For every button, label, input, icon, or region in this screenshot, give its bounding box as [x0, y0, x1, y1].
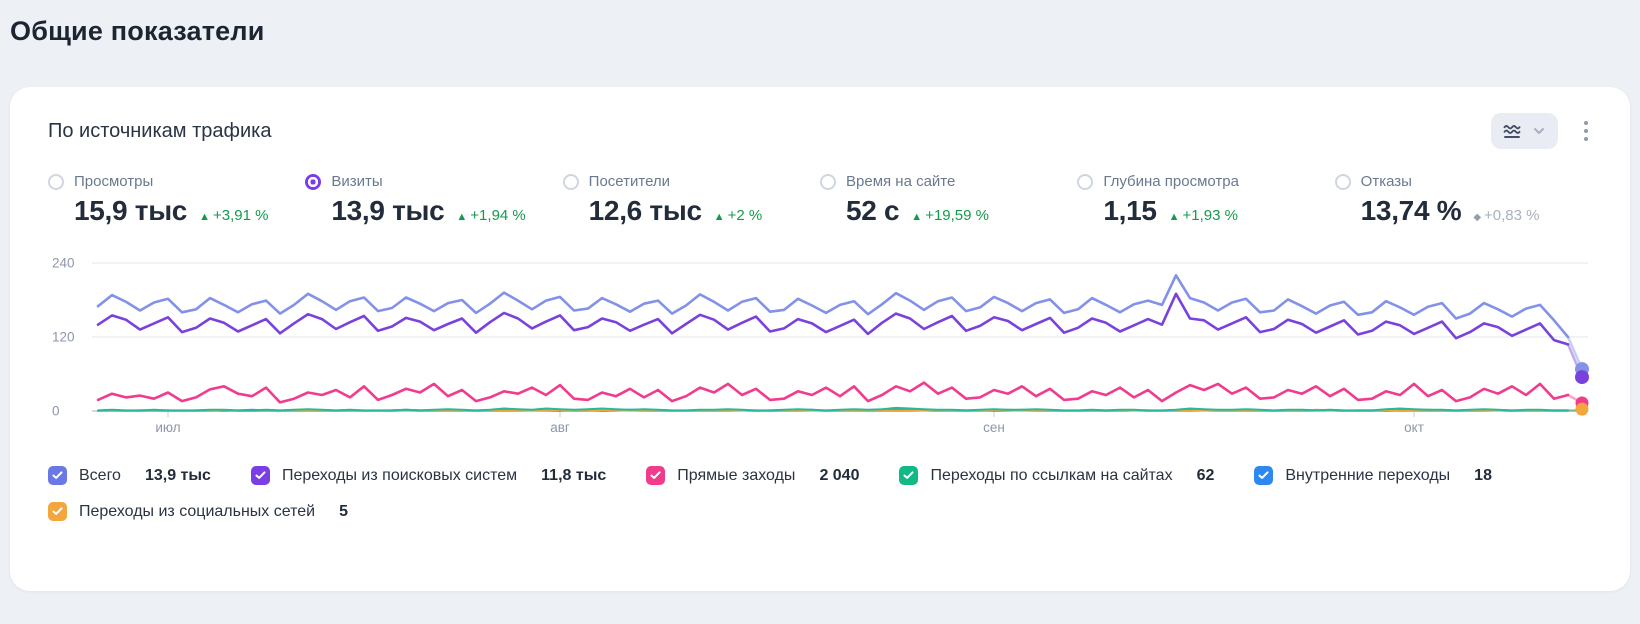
legend-value: 18 — [1474, 466, 1492, 484]
legend-label: Переходы из социальных сетей — [79, 502, 316, 520]
metric-label[interactable]: Время на сайте — [846, 173, 955, 190]
metric-value: 12,6 тыс — [588, 195, 702, 226]
x-axis-month-label: сен — [983, 420, 1005, 435]
checkbox-checked-icon[interactable] — [48, 502, 67, 521]
metric-label[interactable]: Отказы — [1361, 173, 1412, 190]
x-axis-month-label: июл — [155, 420, 180, 435]
metric-value: 15,9 тыс — [74, 195, 188, 226]
metric-2: Визиты 13,9 тыс ▲ +1,94 % — [305, 173, 562, 227]
checkbox-checked-icon[interactable] — [1254, 466, 1274, 485]
checkbox-checked-icon[interactable] — [899, 466, 919, 485]
metric-value: 1,15 — [1103, 195, 1157, 226]
metric-label[interactable]: Глубина просмотра — [1103, 173, 1239, 190]
delta-up-badge: ▲ +19,59 % — [911, 207, 989, 224]
triangle-up-icon: ▲ — [911, 211, 923, 223]
diamond-icon: ◆ — [1473, 212, 1482, 223]
delta-up-badge: ▲ +1,94 % — [456, 207, 526, 224]
legend-item-internal[interactable]: Внутренние переходы 18 — [1254, 466, 1492, 485]
radio-icon[interactable] — [820, 173, 836, 190]
legend-value: 2 040 — [819, 466, 860, 484]
legend-item-search[interactable]: Переходы из поисковых систем 11,8 тыс — [250, 466, 607, 485]
delta-up-badge: ▲ +2 % — [713, 207, 763, 224]
radio-icon[interactable] — [48, 173, 64, 190]
x-axis-month-label: окт — [1404, 420, 1424, 435]
legend-label: Переходы по ссылкам на сайтах — [930, 466, 1173, 484]
metrics-row: Просмотры 15,9 тыс ▲ +3,91 % Визиты 13,9 тыс ▲… — [48, 173, 1592, 227]
legend-value: 5 — [339, 502, 348, 520]
kebab-menu-button[interactable] — [1580, 115, 1592, 147]
legend-item-social[interactable]: Переходы из социальных сетей 5 — [48, 502, 348, 521]
kebab-menu-icon — [1584, 121, 1588, 125]
y-axis-tick-label: 240 — [52, 256, 75, 271]
legend-value: 62 — [1196, 466, 1215, 484]
legend-item-direct[interactable]: Прямые заходы 2 040 — [646, 466, 859, 485]
series-line-direct — [96, 381, 1570, 404]
y-axis-tick-label: 0 — [52, 404, 60, 419]
series-line-links — [97, 406, 1569, 412]
delta-neutral-badge: ◆ +0,83 % — [1473, 207, 1540, 224]
metric-1: Просмотры 15,9 тыс ▲ +3,91 % — [48, 173, 305, 227]
traffic-sources-card: По источникам трафика Просмотры 15,9 тыс ▲… — [10, 87, 1630, 591]
radio-icon[interactable] — [1077, 173, 1094, 190]
radio-icon[interactable] — [1334, 173, 1351, 190]
metric-value: 13,9 тыс — [331, 195, 445, 226]
legend-value: 11,8 тыс — [541, 466, 607, 484]
series-end-dot-search — [1575, 370, 1589, 385]
legend-label: Внутренние переходы — [1285, 466, 1451, 484]
page-title: Общие показатели — [10, 16, 265, 46]
delta-up-badge: ▲ +3,91 % — [199, 207, 269, 224]
triangle-up-icon: ▲ — [456, 211, 468, 223]
triangle-up-icon: ▲ — [713, 211, 725, 223]
checkbox-checked-icon[interactable] — [250, 466, 270, 485]
traffic-line-chart: 0 120 240 июл авг сен окт — [52, 256, 1589, 435]
chevron-down-icon — [1534, 128, 1544, 134]
y-axis-tick-label: 120 — [52, 330, 75, 345]
chart-type-button[interactable] — [1491, 113, 1558, 149]
metric-label[interactable]: Визиты — [331, 173, 382, 190]
legend-label: Прямые заходы — [677, 466, 796, 484]
wave-lines-icon — [1503, 125, 1521, 138]
metric-5: Глубина просмотра 1,15 ▲ +1,93 % — [1077, 173, 1334, 227]
metric-label[interactable]: Просмотры — [74, 173, 153, 190]
legend-item-links[interactable]: Переходы по ссылкам на сайтах 62 — [899, 466, 1214, 485]
delta-up-badge: ▲ +1,93 % — [1168, 207, 1238, 224]
series-end-dot-social — [1575, 402, 1589, 416]
radio-selected-icon[interactable] — [305, 173, 322, 190]
metric-value: 52 с — [846, 195, 900, 226]
legend-item-total[interactable]: Всего 13,9 тыс — [48, 466, 211, 485]
chart-area: 0 120 240 июл авг сен окт — [48, 245, 1592, 442]
metric-label[interactable]: Посетители — [589, 173, 670, 190]
legend-label: Всего — [79, 466, 121, 484]
metric-6: Отказы 13,74 % ◆ +0,83 % — [1334, 173, 1592, 227]
checkbox-checked-icon[interactable] — [48, 466, 67, 485]
x-axis-month-label: авг — [550, 420, 570, 435]
triangle-up-icon: ▲ — [1168, 211, 1180, 223]
card-controls — [1491, 113, 1592, 149]
card-title: По источникам трафика — [48, 119, 272, 142]
checkbox-checked-icon[interactable] — [646, 466, 666, 485]
card-header: По источникам трафика — [48, 113, 1592, 149]
metric-3: Посетители 12,6 тыс ▲ +2 % — [562, 173, 820, 227]
chart-legend: Всего 13,9 тыс Переходы из поисковых систе… — [48, 466, 1592, 521]
metric-4: Время на сайте 52 с ▲ +19,59 % — [820, 173, 1077, 227]
metric-value: 13,74 % — [1360, 195, 1462, 226]
legend-label: Переходы из поисковых систем — [281, 466, 518, 484]
legend-value: 13,9 тыс — [144, 466, 211, 484]
triangle-up-icon: ▲ — [199, 211, 210, 223]
radio-icon[interactable] — [562, 173, 579, 190]
